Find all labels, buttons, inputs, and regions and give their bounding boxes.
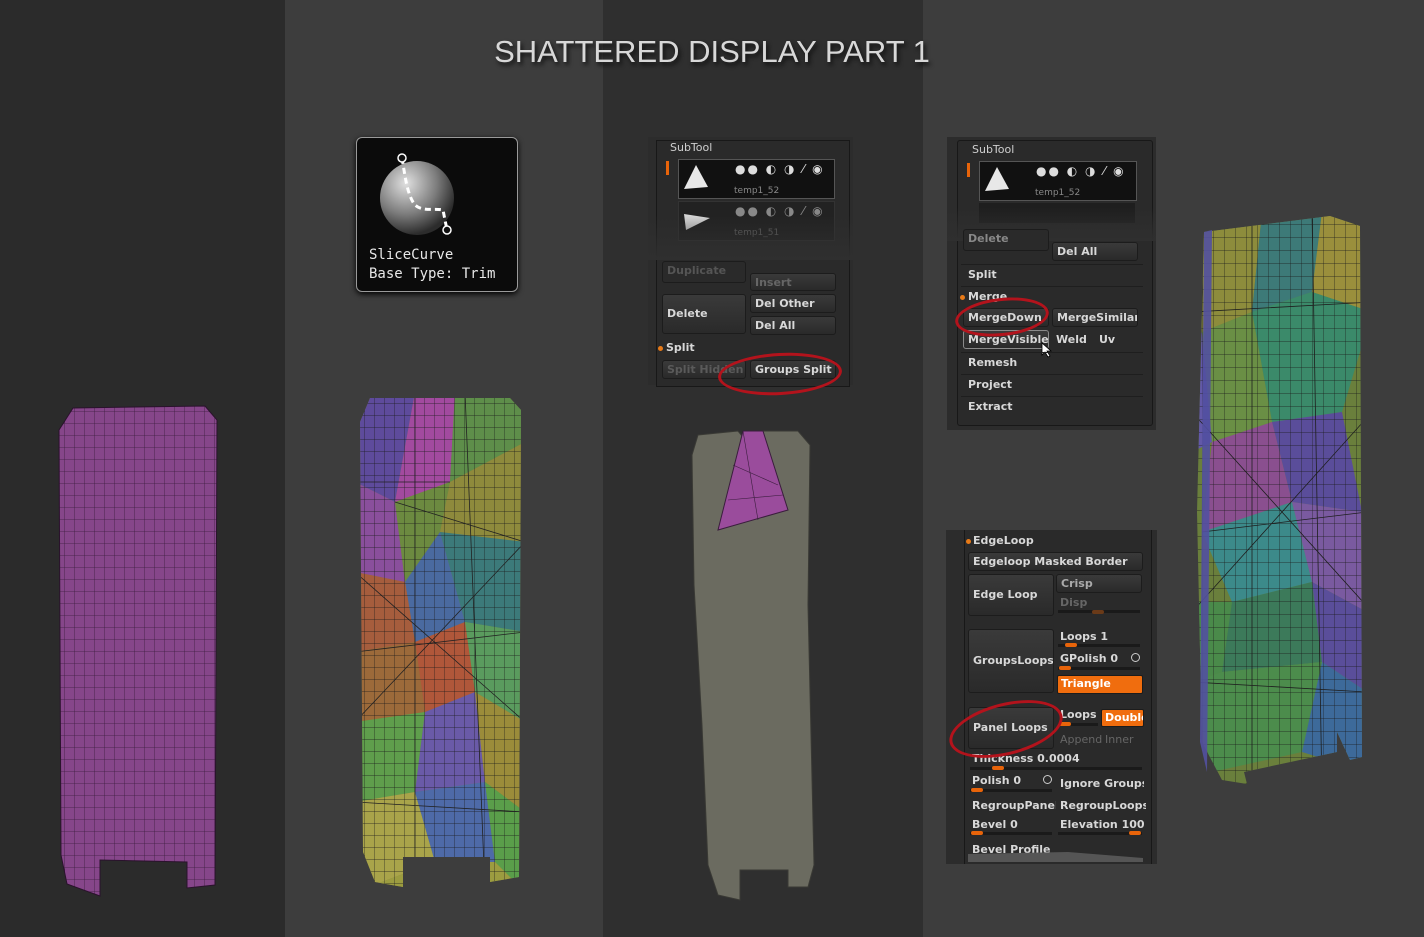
- triangle-toggle[interactable]: Triangle: [1057, 675, 1143, 694]
- double-toggle[interactable]: Double: [1101, 709, 1144, 727]
- purple-grid-mesh: [58, 405, 218, 897]
- polish-circle-icon[interactable]: [1043, 775, 1052, 784]
- merge-similar-button[interactable]: MergeSimilar: [1052, 308, 1138, 327]
- gpolish-slider[interactable]: GPolish 0: [1060, 652, 1118, 665]
- split-section-label[interactable]: Split: [968, 268, 997, 281]
- slice-curve-name: SliceCurve: [369, 247, 454, 263]
- delete-button[interactable]: Delete: [662, 294, 746, 334]
- polish-slider[interactable]: Polish 0: [972, 774, 1021, 787]
- subtool-header: SubTool: [670, 141, 713, 154]
- inner-toggle[interactable]: Inner: [1105, 733, 1133, 746]
- regroup-loops-toggle[interactable]: RegroupLoops: [1060, 799, 1146, 812]
- loops-slider[interactable]: Loops: [1060, 708, 1097, 721]
- duplicate-button[interactable]: Duplicate: [662, 261, 746, 283]
- insert-button[interactable]: Insert: [750, 273, 836, 291]
- shattered-multicolor-mesh: [360, 398, 521, 887]
- regroup-panels-toggle[interactable]: RegroupPanels: [972, 799, 1056, 812]
- weld-toggle[interactable]: Weld: [1056, 333, 1087, 346]
- bevel-slider[interactable]: Bevel 0: [972, 818, 1018, 831]
- mouse-cursor-icon: [1041, 342, 1053, 358]
- subtool-visibility-icons[interactable]: ●● ◐ ◑ ⁄ ◉: [1036, 164, 1126, 178]
- gpolish-circle-icon[interactable]: [1131, 653, 1140, 662]
- elevation-slider[interactable]: Elevation 100: [1060, 818, 1145, 831]
- remesh-section[interactable]: Remesh: [968, 356, 1017, 369]
- subtool-item-1-name: temp1_52: [734, 186, 780, 196]
- edge-loop-button[interactable]: Edge Loop: [968, 574, 1054, 616]
- slice-curve-brush-card[interactable]: SliceCurve Base Type: Trim: [356, 137, 518, 292]
- bevel-profile-graph[interactable]: [968, 848, 1143, 862]
- shattered-panel-loops-mesh: [1197, 216, 1362, 784]
- loops-1-slider[interactable]: Loops 1: [1060, 630, 1108, 643]
- split-section-label[interactable]: Split: [666, 341, 695, 354]
- subtool-header: SubTool: [972, 143, 1015, 156]
- subtool-thumbnail-icon: [985, 167, 1009, 191]
- crisp-toggle[interactable]: Crisp: [1056, 574, 1142, 593]
- project-section[interactable]: Project: [968, 378, 1012, 391]
- ignore-groups-toggle[interactable]: Ignore Groups: [1060, 777, 1144, 790]
- groups-loops-button[interactable]: GroupsLoops: [968, 629, 1054, 693]
- append-toggle[interactable]: Append: [1060, 733, 1102, 746]
- edgeloop-section-label[interactable]: EdgeLoop: [973, 534, 1034, 547]
- subtool-item-1[interactable]: ●● ◐ ◑ ⁄ ◉ temp1_52: [979, 161, 1137, 201]
- edgeloop-masked-border-button[interactable]: Edgeloop Masked Border: [968, 552, 1143, 571]
- slice-curve-base-type: Base Type: Trim: [369, 266, 496, 282]
- gray-mesh-with-purple-piece: [691, 430, 815, 901]
- page-title: SHATTERED DISPLAY PART 1: [494, 34, 930, 69]
- del-all-button[interactable]: Del All: [1052, 242, 1138, 261]
- subtool-item-name: temp1_52: [1035, 188, 1081, 198]
- del-all-button[interactable]: Del All: [750, 316, 836, 335]
- uv-toggle[interactable]: Uv: [1099, 333, 1115, 346]
- delete-button[interactable]: Delete: [963, 229, 1049, 251]
- extract-section[interactable]: Extract: [968, 400, 1013, 413]
- subtool-panel-merge: SubTool ●● ◐ ◑ ⁄ ◉ temp1_52 Delete Del A…: [947, 137, 1156, 430]
- edgeloop-panel: EdgeLoop Edgeloop Masked Border Edge Loo…: [946, 530, 1157, 864]
- subtool-item-1[interactable]: ●● ◐ ◑ ⁄ ◉ temp1_52: [678, 159, 835, 199]
- subtool-visibility-icons[interactable]: ●● ◐ ◑ ⁄ ◉: [735, 162, 825, 176]
- subtool-panel-groups-split: SubTool ●● ◐ ◑ ⁄ ◉ temp1_52 ●● ◐ ◑ ⁄ ◉ t…: [648, 137, 853, 387]
- disp-slider[interactable]: Disp: [1060, 596, 1087, 609]
- subtool-thumbnail-icon: [684, 165, 708, 189]
- slice-curve-sphere-icon: [380, 153, 454, 235]
- del-other-button[interactable]: Del Other: [750, 294, 836, 313]
